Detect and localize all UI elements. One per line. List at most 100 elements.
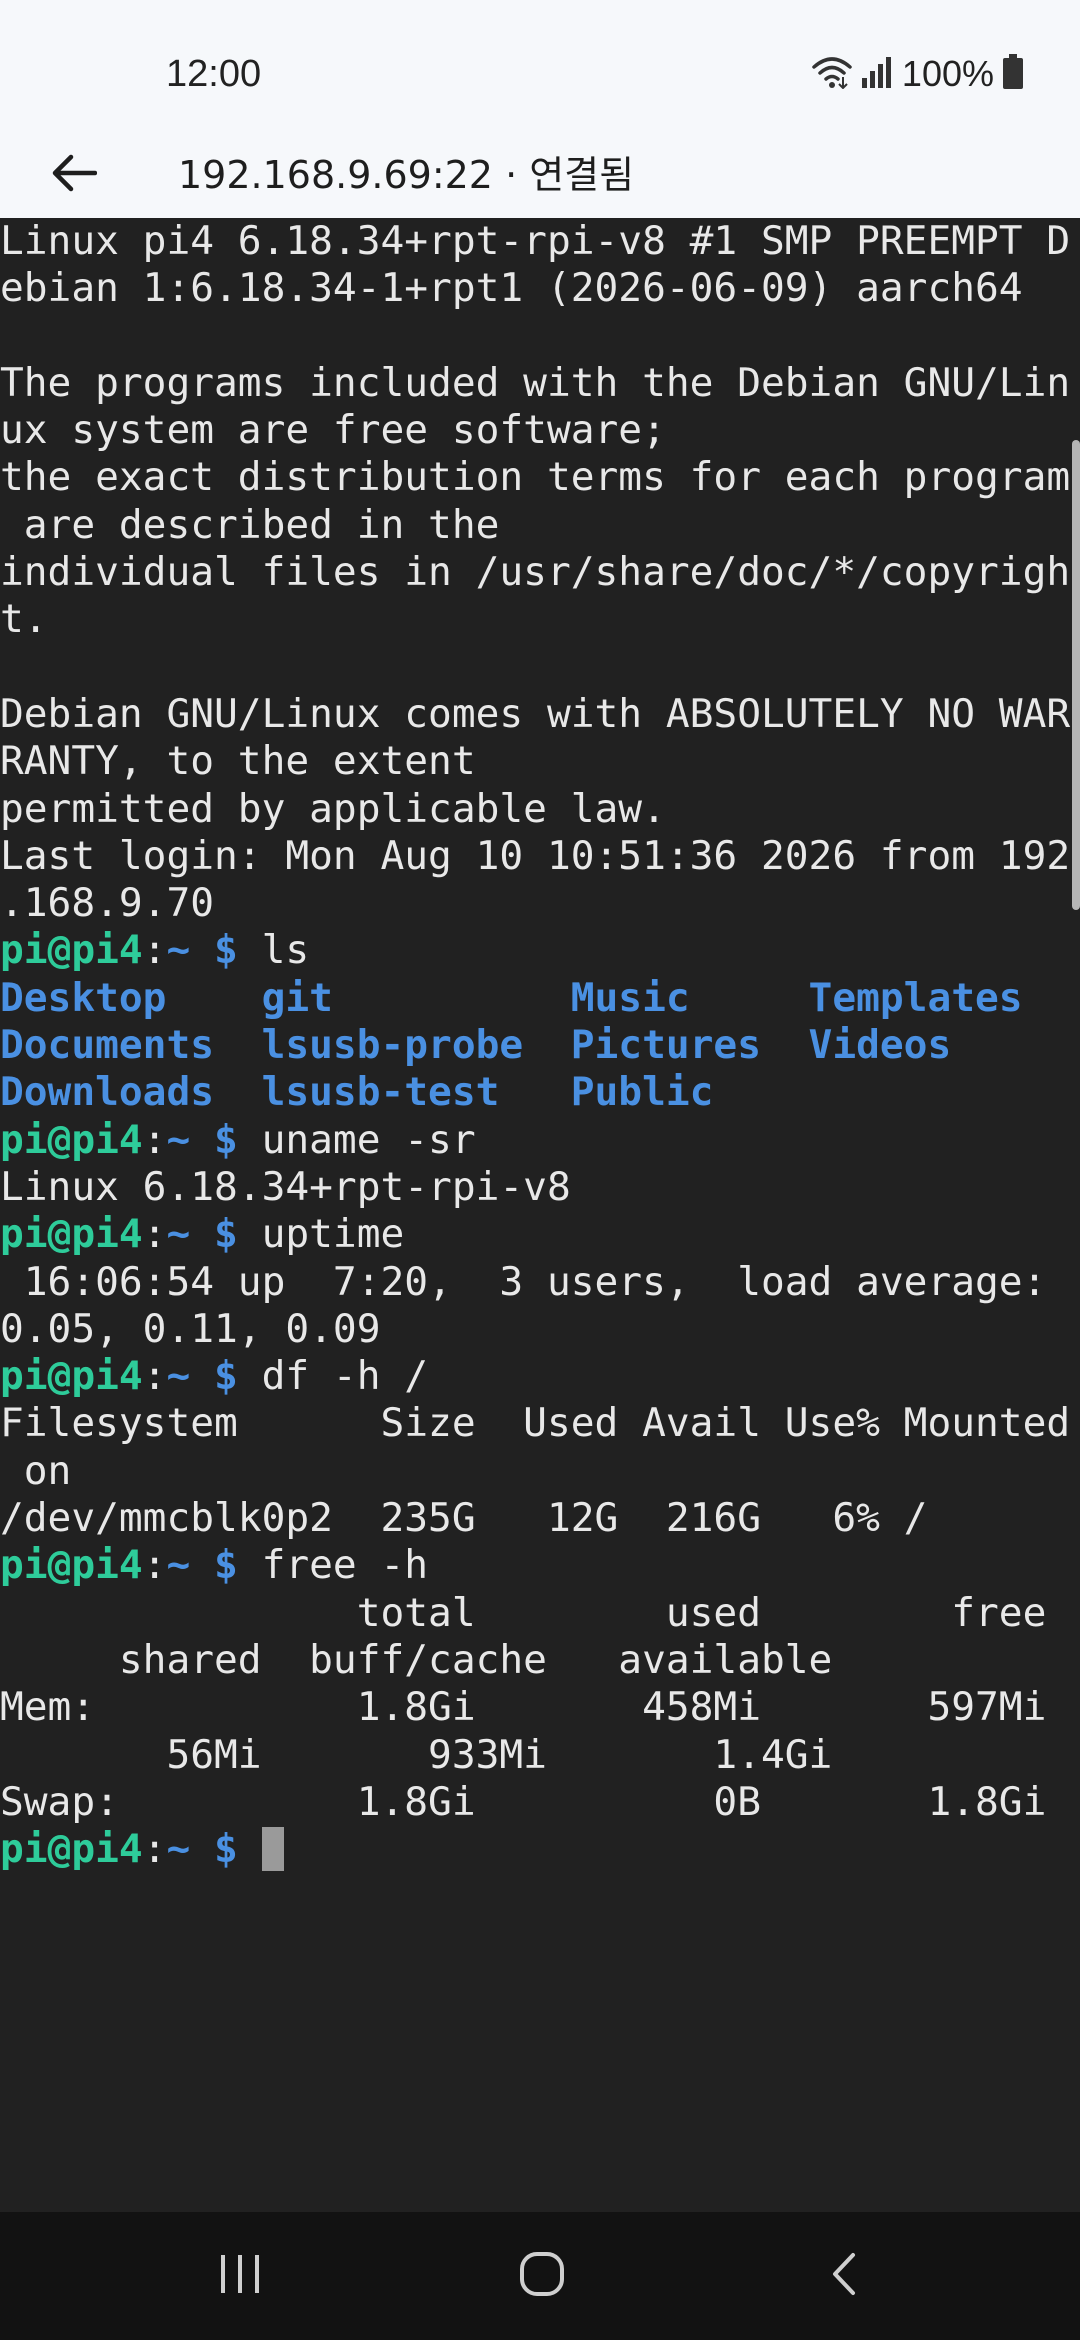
- terminal-text: Debian GNU/Linux comes with ABSOLUTELY N…: [0, 690, 1071, 737]
- terminal-line: 0.05, 0.11, 0.09: [0, 1306, 1070, 1353]
- terminal-line: Debian GNU/Linux comes with ABSOLUTELY N…: [0, 691, 1070, 738]
- terminal-text: :: [142, 1116, 167, 1163]
- terminal-line: The programs included with the Debian GN…: [0, 360, 1070, 407]
- prompt-user: pi@pi4: [0, 927, 143, 974]
- prompt-user: pi@pi4: [0, 1542, 143, 1589]
- terminal-text: :: [142, 1211, 167, 1258]
- terminal-text: Linux pi4 6.18.34+rpt-rpi-v8 #1 SMP PREE…: [0, 218, 1071, 264]
- terminal-line: pi@pi4:~ $ df -h /: [0, 1353, 1070, 1400]
- terminal-text: permitted by applicable law.: [0, 785, 666, 832]
- terminal-line: are described in the: [0, 502, 1070, 549]
- directory-listing: Downloads lsusb-test Public: [0, 1069, 714, 1116]
- terminal-text: Filesystem Size Used Avail Use% Mounted: [0, 1400, 1071, 1447]
- system-nav-bar: [0, 2212, 1080, 2340]
- terminal-line: Filesystem Size Used Avail Use% Mounted: [0, 1400, 1070, 1447]
- ssh-terminal-screen: 12:00 100% 192.168.9.69:22 · 연결됨 Linux p…: [0, 0, 1080, 2340]
- terminal-text: t.: [0, 596, 48, 643]
- app-bar: 192.168.9.69:22 · 연결됨: [0, 138, 1080, 219]
- terminal-line: 56Mi 933Mi 1.4Gi: [0, 1732, 1070, 1779]
- nav-back-button[interactable]: [784, 2232, 904, 2320]
- terminal-text: df -h /: [237, 1353, 429, 1400]
- arrow-left-icon: [51, 153, 98, 198]
- prompt-path: ~ $: [166, 1116, 238, 1163]
- terminal-text: Linux 6.18.34+rpt-rpi-v8: [0, 1163, 571, 1210]
- terminal-line: /dev/mmcblk0p2 235G 12G 216G 6% /: [0, 1495, 1070, 1542]
- terminal-text: on: [0, 1447, 72, 1494]
- prompt-user: pi@pi4: [0, 1116, 143, 1163]
- terminal-line: pi@pi4:~ $ ls: [0, 927, 1070, 974]
- terminal-line: ux system are free software;: [0, 407, 1070, 454]
- terminal-text: individual files in /usr/share/doc/*/cop…: [0, 549, 1071, 596]
- terminal-line: pi@pi4:~ $ uptime: [0, 1211, 1070, 1258]
- signal-icon: [860, 56, 894, 93]
- prompt-user: pi@pi4: [0, 1353, 143, 1400]
- terminal-line: .168.9.70: [0, 880, 1070, 927]
- terminal-text: The programs included with the Debian GN…: [0, 359, 1071, 406]
- terminal-line: Documents lsusb-probe Pictures Videos: [0, 1022, 1070, 1069]
- battery-percent: 100%: [901, 53, 994, 94]
- terminal-line: total used free: [0, 1590, 1070, 1637]
- terminal-line: 16:06:54 up 7:20, 3 users, load average:: [0, 1259, 1070, 1306]
- terminal-text: ebian 1:6.18.34-1+rpt1 (2026-06-09) aarc…: [0, 265, 1023, 312]
- terminal-text: /dev/mmcblk0p2 235G 12G 216G 6% /: [0, 1495, 928, 1542]
- recent-apps-button[interactable]: [180, 2232, 300, 2320]
- terminal-text: Mem: 1.8Gi 458Mi 597Mi: [0, 1684, 1047, 1731]
- directory-listing: Documents lsusb-probe Pictures Videos: [0, 1022, 952, 1069]
- terminal-line: individual files in /usr/share/doc/*/cop…: [0, 549, 1070, 596]
- prompt-path: ~ $: [166, 1826, 238, 1873]
- terminal-line: shared buff/cache available: [0, 1637, 1070, 1684]
- terminal-text: ls: [237, 927, 310, 974]
- terminal-text: free -h: [237, 1542, 429, 1589]
- terminal-text: :: [142, 927, 167, 974]
- wifi-icon: [812, 55, 852, 94]
- terminal-output[interactable]: Linux pi4 6.18.34+rpt-rpi-v8 #1 SMP PREE…: [0, 218, 1080, 2212]
- terminal-text: ux system are free software;: [0, 407, 666, 454]
- terminal-line: the exact distribution terms for each pr…: [0, 454, 1070, 501]
- home-icon: [518, 2250, 566, 2303]
- connection-title: 192.168.9.69:22 · 연결됨: [178, 153, 635, 197]
- terminal-line: Mem: 1.8Gi 458Mi 597Mi: [0, 1684, 1070, 1731]
- battery-icon: [1002, 53, 1024, 95]
- terminal-line: pi@pi4:~ $ uname -sr: [0, 1117, 1070, 1164]
- terminal-text: RANTY, to the extent: [0, 738, 476, 785]
- prompt-path: ~ $: [166, 1542, 238, 1589]
- terminal-line: ebian 1:6.18.34-1+rpt1 (2026-06-09) aarc…: [0, 265, 1070, 312]
- terminal-text: :: [142, 1826, 167, 1873]
- terminal-text: are described in the: [0, 501, 500, 548]
- home-button[interactable]: [482, 2232, 602, 2320]
- terminal-text: Last login: Mon Aug 10 10:51:36 2026 fro…: [0, 832, 1071, 879]
- terminal-text: uptime: [237, 1211, 405, 1258]
- prompt-path: ~ $: [166, 1211, 238, 1258]
- status-bar: 12:00 100%: [0, 0, 1080, 138]
- status-icons: 100%: [812, 50, 1024, 98]
- terminal-text: the exact distribution terms for each pr…: [0, 454, 1071, 501]
- terminal-text: total used free: [0, 1589, 1047, 1636]
- prompt-path: ~ $: [166, 927, 238, 974]
- terminal-line: pi@pi4:~ $ free -h: [0, 1542, 1070, 1589]
- terminal-line: Linux pi4 6.18.34+rpt-rpi-v8 #1 SMP PREE…: [0, 218, 1070, 265]
- terminal-text: Swap: 1.8Gi 0B 1.8Gi: [0, 1778, 1047, 1825]
- terminal-text: :: [142, 1353, 167, 1400]
- terminal-line: pi@pi4:~ $: [0, 1826, 1070, 1873]
- terminal-line: on: [0, 1448, 1070, 1495]
- terminal-text: .168.9.70: [0, 880, 215, 927]
- directory-listing: Desktop git Music Templates: [0, 974, 1023, 1021]
- terminal-text: shared buff/cache available: [0, 1636, 833, 1683]
- terminal-text: 56Mi 933Mi 1.4Gi: [0, 1731, 833, 1778]
- terminal-line: t.: [0, 596, 1070, 643]
- scrollbar-thumb[interactable]: [1072, 440, 1080, 910]
- terminal-lines: Linux pi4 6.18.34+rpt-rpi-v8 #1 SMP PREE…: [0, 218, 1070, 1873]
- prompt-user: pi@pi4: [0, 1826, 143, 1873]
- terminal-line: Last login: Mon Aug 10 10:51:36 2026 fro…: [0, 833, 1070, 880]
- status-time: 12:00: [166, 53, 262, 95]
- terminal-text: uname -sr: [237, 1116, 476, 1163]
- terminal-line: Swap: 1.8Gi 0B 1.8Gi: [0, 1779, 1070, 1826]
- back-button[interactable]: [36, 138, 112, 212]
- terminal-line: RANTY, to the extent: [0, 738, 1070, 785]
- terminal-line: Downloads lsusb-test Public: [0, 1069, 1070, 1116]
- back-icon: [829, 2251, 859, 2302]
- terminal-line: Linux 6.18.34+rpt-rpi-v8: [0, 1164, 1070, 1211]
